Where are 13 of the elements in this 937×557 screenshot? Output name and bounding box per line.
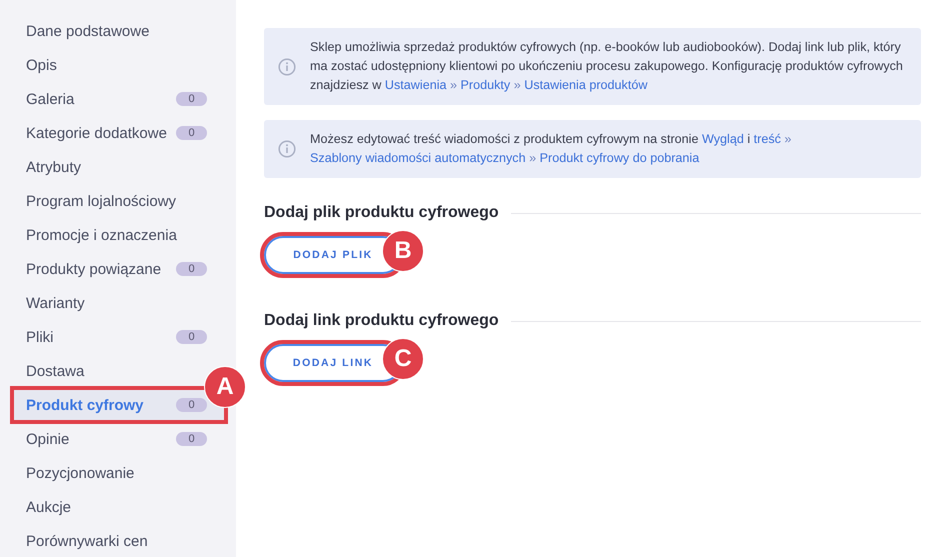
section-heading: Dodaj plik produktu cyfrowego [264,204,499,222]
count-badge: 0 [176,398,207,412]
count-badge: 0 [176,330,207,344]
count-badge: 0 [176,126,207,140]
count-badge: 0 [176,432,207,446]
section-heading: Dodaj link produktu cyfrowego [264,312,499,330]
notice-text: Możesz edytować treść wiadomości z produktem cyfrowym na stronie Wygląd i treść » Szablony wiadomości automatycznych » Produkt cyfrowy do pobrania [310,131,792,167]
callout-tooltip: B [382,230,424,272]
callout-tooltip: C [382,338,424,380]
count-badge: 0 [176,262,207,276]
notice-text: Sklep umożliwia sprzedaż produktów cyfrowych (np. e-booków lub audiobooków). Dodaj link lub plik, który ma zostać udostępniony klientowi po ukończeniu procesu zakupowego. Konfigurację produktów cyfrowych znajdziesz w Ustawienia » Produkty » Ustawienia produktów [310,39,904,94]
callout-marker: A [204,366,246,408]
count-badge: 0 [176,92,207,106]
